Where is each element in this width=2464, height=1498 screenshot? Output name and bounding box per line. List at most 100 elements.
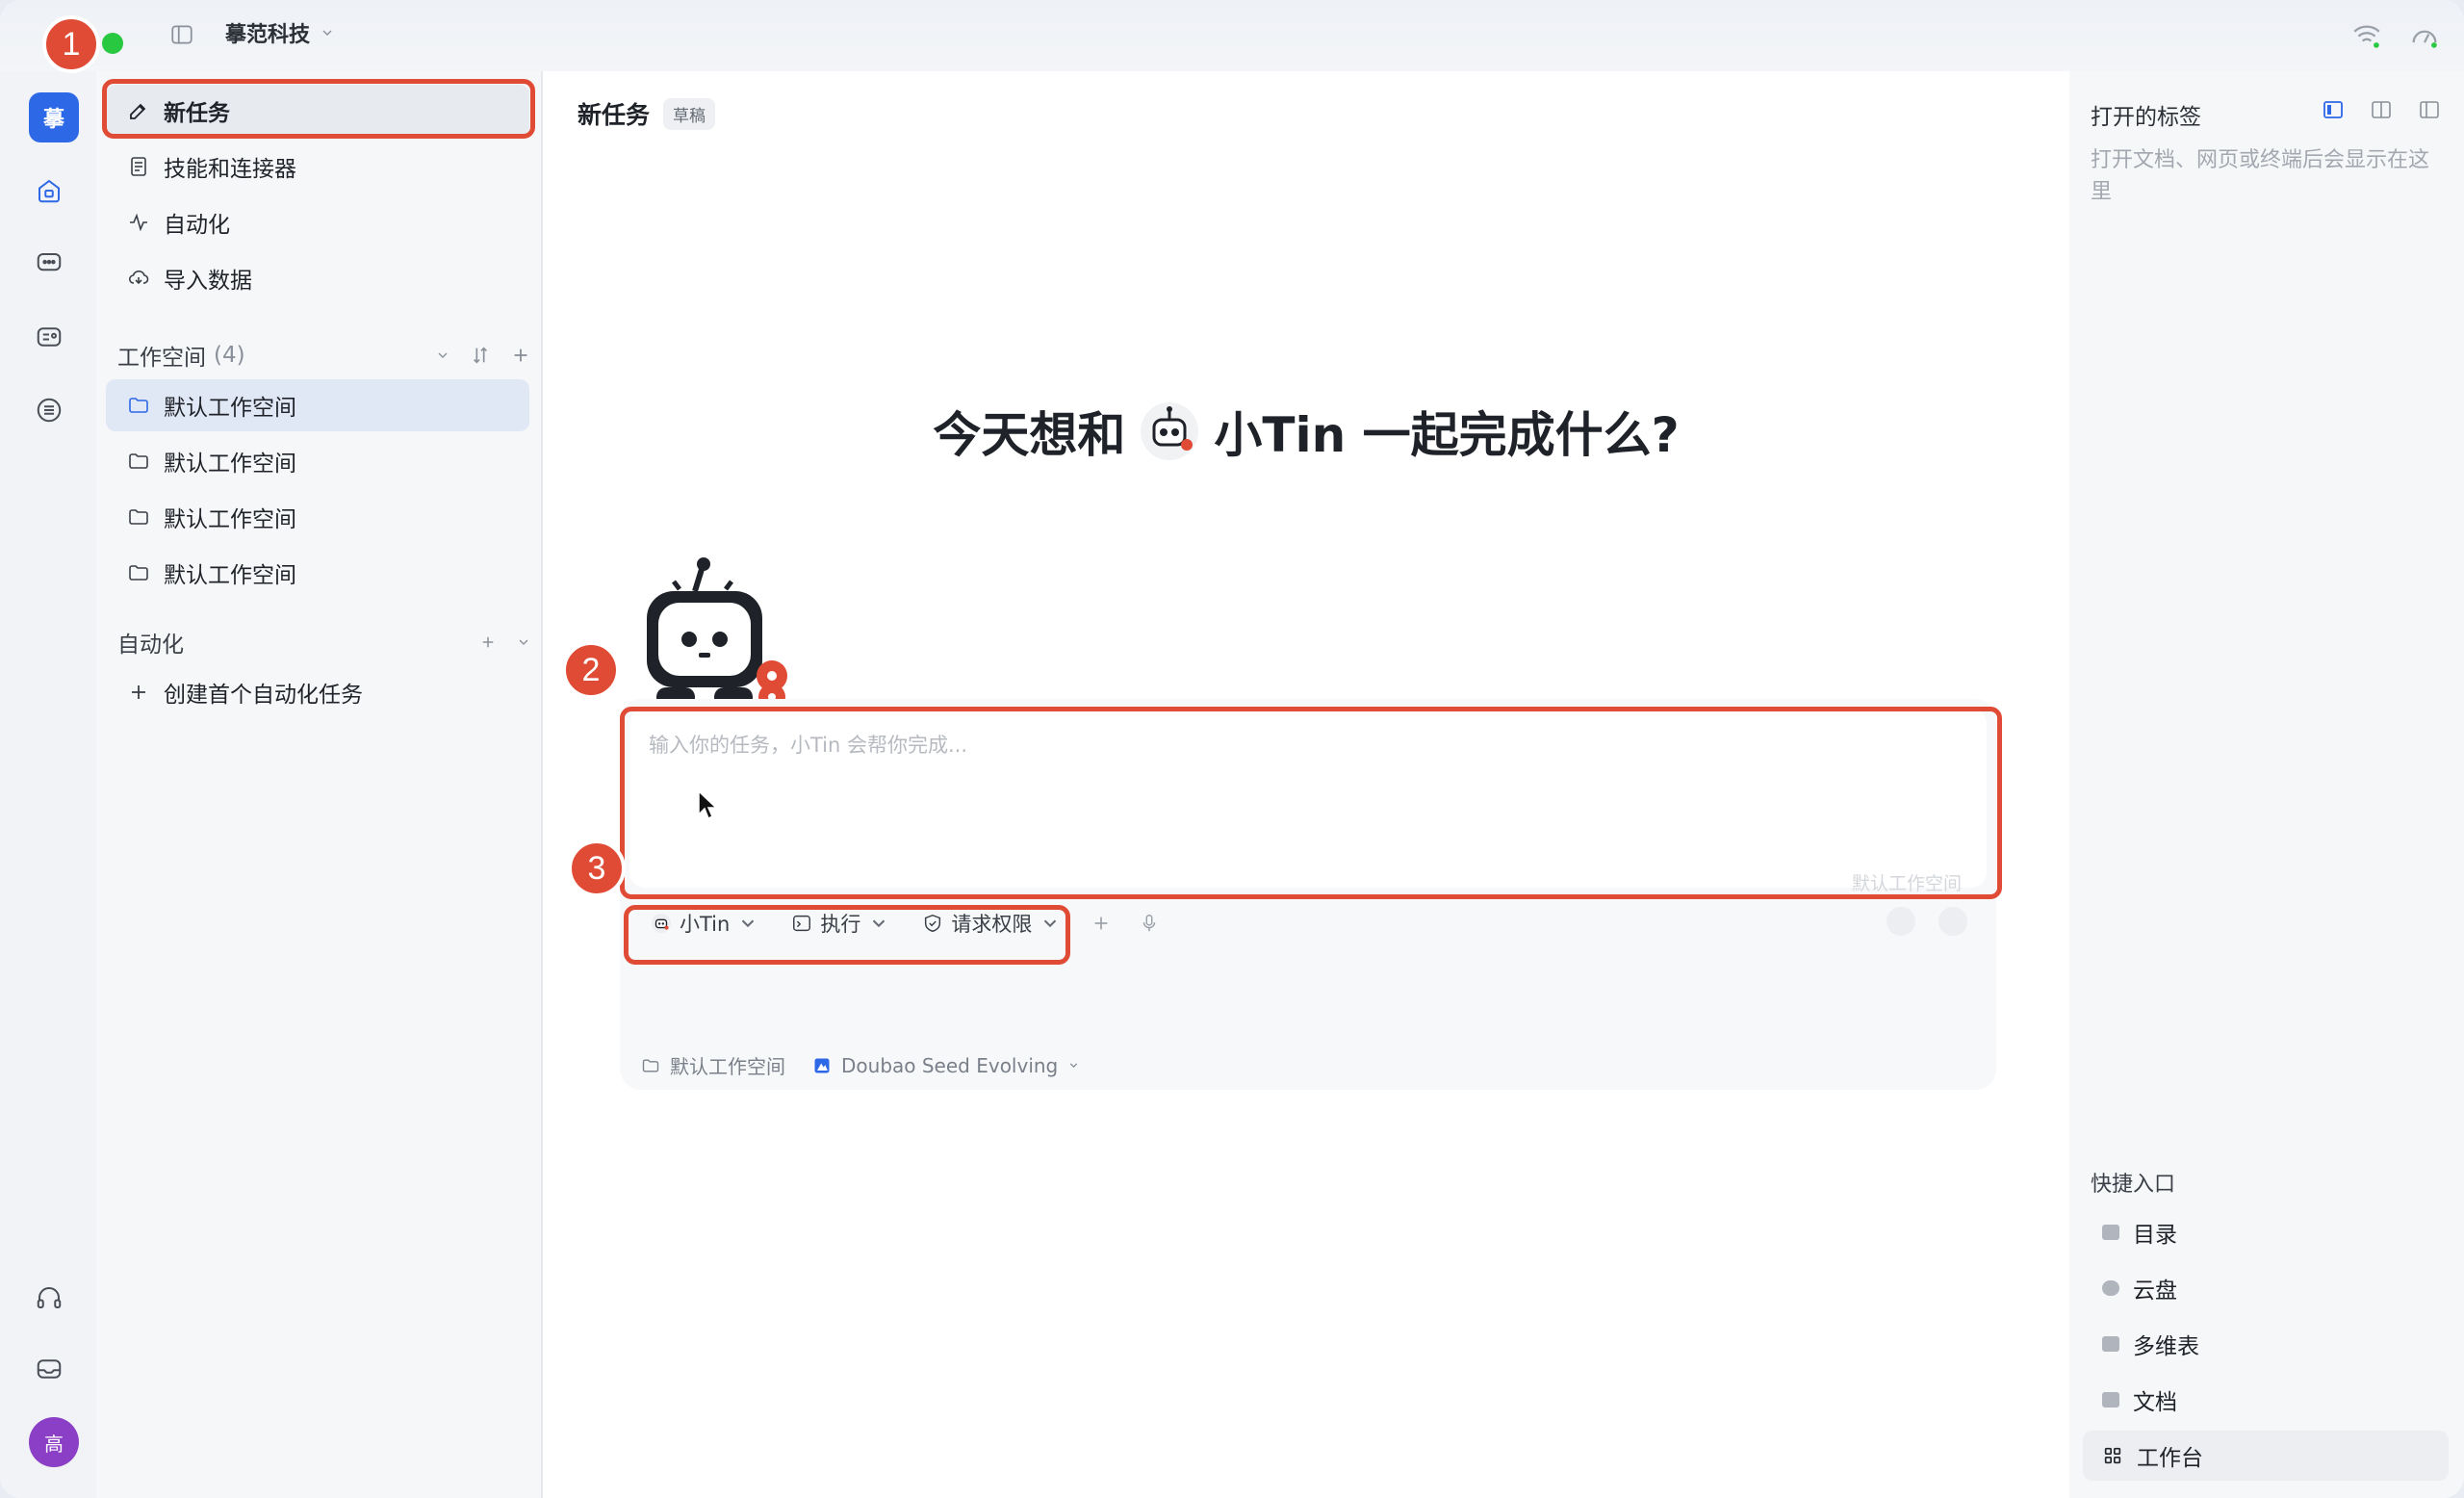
chat-icon[interactable] [32,246,66,281]
loading-indicator [1886,907,1915,936]
org-name: 摹范科技 [225,23,311,47]
page-title-text: 新任务 [578,101,651,129]
icon-rail: 摹 高 [0,71,96,1498]
speed-gauge-icon[interactable] [2408,19,2441,52]
folder-icon [129,453,148,469]
nav-automation[interactable]: 自动化 [106,196,529,248]
quick-item-docs[interactable]: 文档 [2083,1375,2449,1425]
send-button[interactable] [1938,907,1967,936]
task-input-placeholder: 输入你的任务，小Tin 会帮你完成... [649,734,968,757]
home-icon[interactable] [32,173,66,208]
nav-import-data[interactable]: 导入数据 [106,252,529,304]
voice-input-button[interactable] [1130,904,1168,943]
wifi-icon[interactable] [2350,19,2383,52]
workspace-item[interactable]: 默认工作空间 [106,379,529,431]
folder-icon [129,398,148,413]
quick-item-label: 文档 [2133,1390,2177,1415]
document-icon [2102,1392,2119,1408]
collapse-chevron-icon[interactable] [516,634,531,650]
nav-label: 新任务 [164,101,230,126]
create-automation-label: 创建首个自动化任务 [164,683,363,708]
quick-item-label: 工作台 [2137,1446,2203,1471]
create-automation-button[interactable]: 创建首个自动化任务 [106,666,529,718]
add-automation-icon[interactable] [479,633,497,651]
agent-label: 小Tin [680,913,731,936]
contacts-icon[interactable] [32,320,66,354]
workspace-label: 默认工作空间 [164,563,296,588]
nav-label: 自动化 [164,213,230,238]
bot-avatar-icon [651,913,672,934]
step-badge-1: 1 [42,15,100,73]
layout-split-icon[interactable] [2370,98,2393,121]
titlebar-status [2350,19,2441,52]
permission-label: 请求权限 [951,913,1033,936]
automation-title: 自动化 [117,633,184,658]
cloud-import-icon [128,270,149,285]
page-title: 新任务 草稿 [578,96,716,131]
workspace-selector[interactable]: 默认工作空间 [641,1051,785,1079]
workspace-label: 默认工作空间 [164,507,296,532]
headset-icon[interactable] [32,1280,66,1315]
mode-selector[interactable]: 执行 [780,901,901,945]
hero-prefix: 今天想和 [933,407,1126,463]
chevron-down-icon [742,919,755,928]
layout-left-icon[interactable] [2322,98,2345,121]
hero-heading: 今天想和 小Tin 一起完成什么? [543,397,2069,466]
quick-item-label: 目录 [2133,1223,2177,1248]
step-badge-2: 2 [562,641,620,699]
zoom-window-button[interactable] [102,33,123,54]
model-logo-icon [814,1058,830,1072]
left-panel: 新任务 技能和连接器 自动化 导入数据 工作空间 (4) 默认工作空间 默认工作… [96,71,541,1498]
hero-suffix: 小Tin 一起完成什么? [1214,407,1680,463]
composer-toolbar: 小Tin 执行 请求权限 [639,901,1168,945]
collapse-chevron-icon[interactable] [435,348,450,363]
cloud-icon [2102,1280,2119,1296]
sidebar-toggle-icon[interactable] [169,22,194,47]
task-input[interactable]: 输入你的任务，小Tin 会帮你完成... 默认工作空间 [629,709,1987,894]
folder-icon [129,509,148,525]
workspace-item[interactable]: 默认工作空间 [106,547,529,599]
workspaces-title: 工作空间 [117,346,206,371]
add-workspace-icon[interactable] [510,345,531,366]
chevron-down-icon [322,30,332,36]
workspaces-count: (4) [214,343,245,368]
workspace-item[interactable]: 默认工作空间 [106,435,529,487]
agent-selector[interactable]: 小Tin [639,901,770,945]
quick-item-bitable[interactable]: 多维表 [2083,1319,2449,1369]
quick-item-workbench[interactable]: 工作台 [2083,1431,2449,1481]
bot-avatar-icon [1141,402,1199,460]
document-icon [131,157,146,176]
add-attachment-button[interactable] [1082,904,1120,943]
quick-item-cloud-drive[interactable]: 云盘 [2083,1263,2449,1313]
quick-item-label: 多维表 [2133,1334,2199,1359]
shield-check-icon [925,914,941,933]
automation-header: 自动化 [117,626,531,659]
chevron-down-icon [1070,1063,1078,1068]
list-icon[interactable] [32,393,66,427]
plus-icon [132,685,145,699]
terminal-icon [793,915,811,932]
brand-logo[interactable]: 摹 [29,92,79,142]
user-avatar[interactable]: 高 [29,1417,79,1467]
send-controls [1886,907,1967,936]
nav-new-task[interactable]: 新任务 [106,85,529,137]
inbox-icon[interactable] [32,1352,66,1386]
quick-item-directory[interactable]: 目录 [2083,1207,2449,1257]
workspace-label: 默认工作空间 [164,396,296,421]
nav-skills-connectors[interactable]: 技能和连接器 [106,141,529,193]
nav-label: 技能和连接器 [164,157,296,182]
draft-badge: 草稿 [663,97,716,130]
permission-selector[interactable]: 请求权限 [911,901,1072,945]
composer-meta: 默认工作空间 Doubao Seed Evolving [641,1051,1080,1079]
chevron-down-icon [873,919,886,928]
sort-icon[interactable] [470,345,491,366]
workspace-item[interactable]: 默认工作空间 [106,491,529,543]
layout-right-icon[interactable] [2418,98,2441,121]
model-selector[interactable]: Doubao Seed Evolving [812,1054,1080,1077]
workspace-hint: 默认工作空间 [1851,873,1962,894]
right-panel: 打开的标签 打开文档、网页或终端后会显示在这里 快捷入口 目录 云盘 多维表 文… [2069,71,2464,1498]
grid-icon [2104,1447,2121,1464]
quick-item-label: 云盘 [2133,1278,2177,1304]
org-switcher[interactable]: 摹范科技 [225,17,335,48]
layout-controls [2322,98,2441,121]
